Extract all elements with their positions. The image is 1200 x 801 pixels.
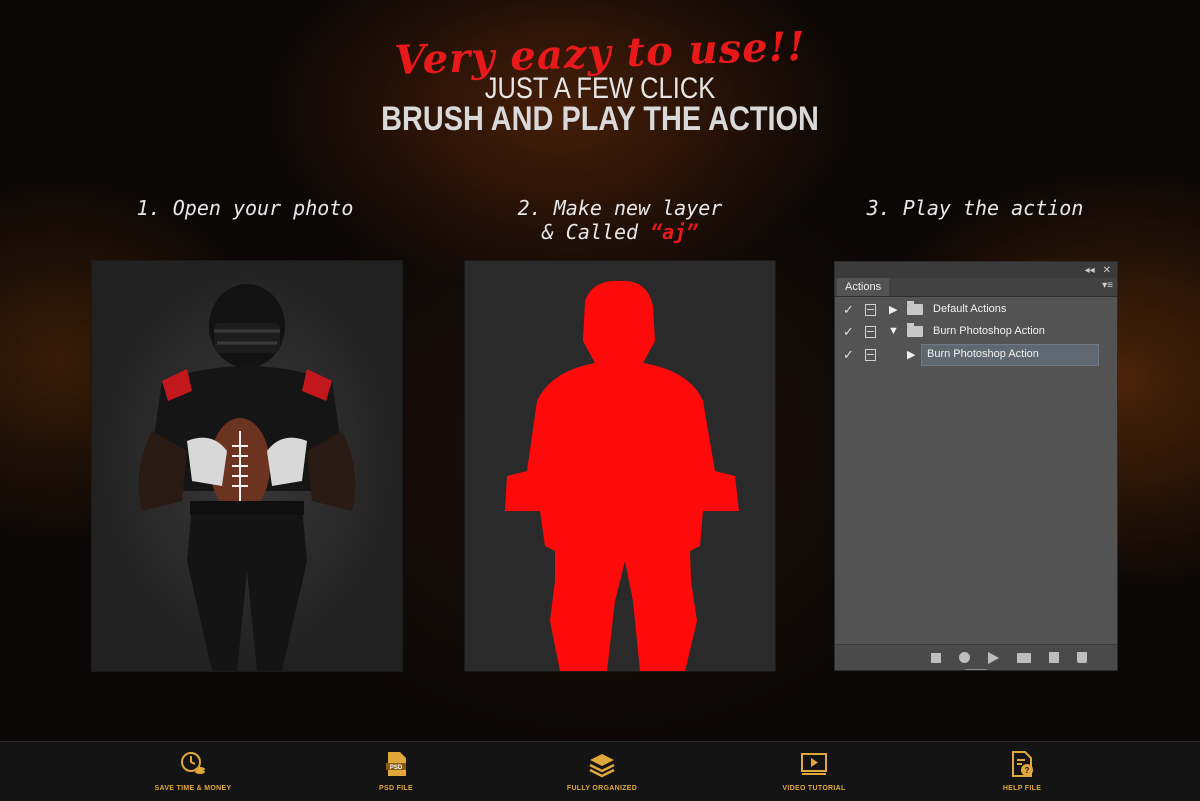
step-3-label: 3. Play the action — [866, 196, 1084, 220]
headline-line2: BRUSH AND PLAY THE ACTION — [381, 100, 819, 138]
dialog-toggle-icon[interactable] — [865, 349, 876, 361]
clock-coins-icon — [181, 752, 205, 774]
step-1-label: 1. Open your photo — [136, 196, 354, 220]
folder-icon[interactable] — [1017, 652, 1031, 663]
folder-icon — [907, 301, 923, 315]
photo-panel — [91, 260, 403, 672]
feature-psd-file: PSD PSD FILE — [326, 742, 466, 801]
feature-fully-organized: FULLY ORGANIZED — [532, 742, 672, 801]
close-panel-icon[interactable]: ✕ — [1103, 265, 1111, 276]
feature-label: HELP FILE — [1002, 785, 1042, 792]
silhouette-panel — [464, 260, 776, 672]
football-player-photo — [138, 284, 356, 671]
panel-bottom-toolbar — [835, 644, 1117, 670]
red-layer-silhouette — [505, 280, 739, 671]
feature-label: SAVE TIME & MONEY — [154, 785, 232, 792]
record-icon[interactable] — [959, 652, 970, 663]
step-2-label: 2. Make new layer & Called “aj” — [480, 196, 760, 244]
feature-label: PSD FILE — [379, 785, 413, 792]
toggle-check-icon[interactable]: ✓ — [843, 347, 854, 363]
feature-save-time: SAVE TIME & MONEY — [123, 742, 263, 801]
feature-video-tutorial: VIDEO TUTORIAL — [744, 742, 884, 801]
expand-triangle-icon[interactable]: ▶ — [889, 303, 897, 316]
feature-label: FULLY ORGANIZED — [566, 785, 638, 792]
toggle-check-icon[interactable]: ✓ — [843, 302, 854, 318]
action-set-burn[interactable]: ✓ ▼ Burn Photoshop Action — [835, 321, 1117, 343]
collapse-panel-icon[interactable]: ◂◂ — [1085, 265, 1095, 276]
svg-text:PSD: PSD — [390, 765, 403, 771]
new-action-icon[interactable] — [1049, 652, 1059, 663]
collapse-triangle-icon[interactable]: ▼ — [888, 325, 899, 337]
feature-help-file: ? HELP FILE — [952, 742, 1092, 801]
open-folder-icon — [907, 323, 923, 337]
stop-icon[interactable] — [931, 652, 941, 663]
layers-icon — [589, 754, 615, 778]
step-2-label-line1: 2. Make new layer — [517, 196, 723, 220]
features-bar: SAVE TIME & MONEY PSD PSD FILE FULLY ORG… — [0, 741, 1200, 801]
action-name: Burn Photoshop Action — [927, 348, 1039, 360]
panel-menu-icon[interactable]: ▾≡ — [1102, 280, 1113, 291]
expand-triangle-icon[interactable]: ▶ — [907, 348, 915, 361]
action-set-name: Burn Photoshop Action — [933, 325, 1045, 337]
feature-label: VIDEO TUTORIAL — [782, 785, 846, 792]
tab-actions[interactable]: Actions — [837, 278, 890, 296]
dialog-toggle-icon[interactable] — [865, 304, 876, 316]
panel-title-bar: ◂◂ ✕ — [835, 262, 1117, 278]
dialog-toggle-icon[interactable] — [865, 326, 876, 338]
psd-file-icon: PSD — [386, 752, 406, 776]
help-file-icon: ? — [1012, 751, 1033, 777]
toggle-check-icon[interactable]: ✓ — [843, 324, 854, 340]
action-burn-photoshop[interactable]: ✓ ▶ Burn Photoshop Action — [835, 344, 1117, 366]
video-icon — [801, 753, 827, 775]
svg-text:?: ? — [1025, 766, 1030, 775]
action-set-name: Default Actions — [933, 303, 1007, 315]
step-2-label-line2: & Called “aj” — [480, 220, 760, 244]
step-2-label-called: & Called — [541, 220, 639, 244]
panel-tab-bar: Actions ▾≡ — [835, 278, 1117, 297]
step-2-layer-name: “aj” — [650, 220, 699, 244]
panel-resize-grip[interactable] — [965, 669, 987, 673]
trash-icon[interactable] — [1077, 652, 1087, 663]
play-icon[interactable] — [988, 651, 999, 664]
photoshop-actions-panel[interactable]: ◂◂ ✕ Actions ▾≡ ✓ ▶ Default Actions ✓ ▼ … — [834, 261, 1118, 671]
action-set-default[interactable]: ✓ ▶ Default Actions — [835, 299, 1117, 321]
